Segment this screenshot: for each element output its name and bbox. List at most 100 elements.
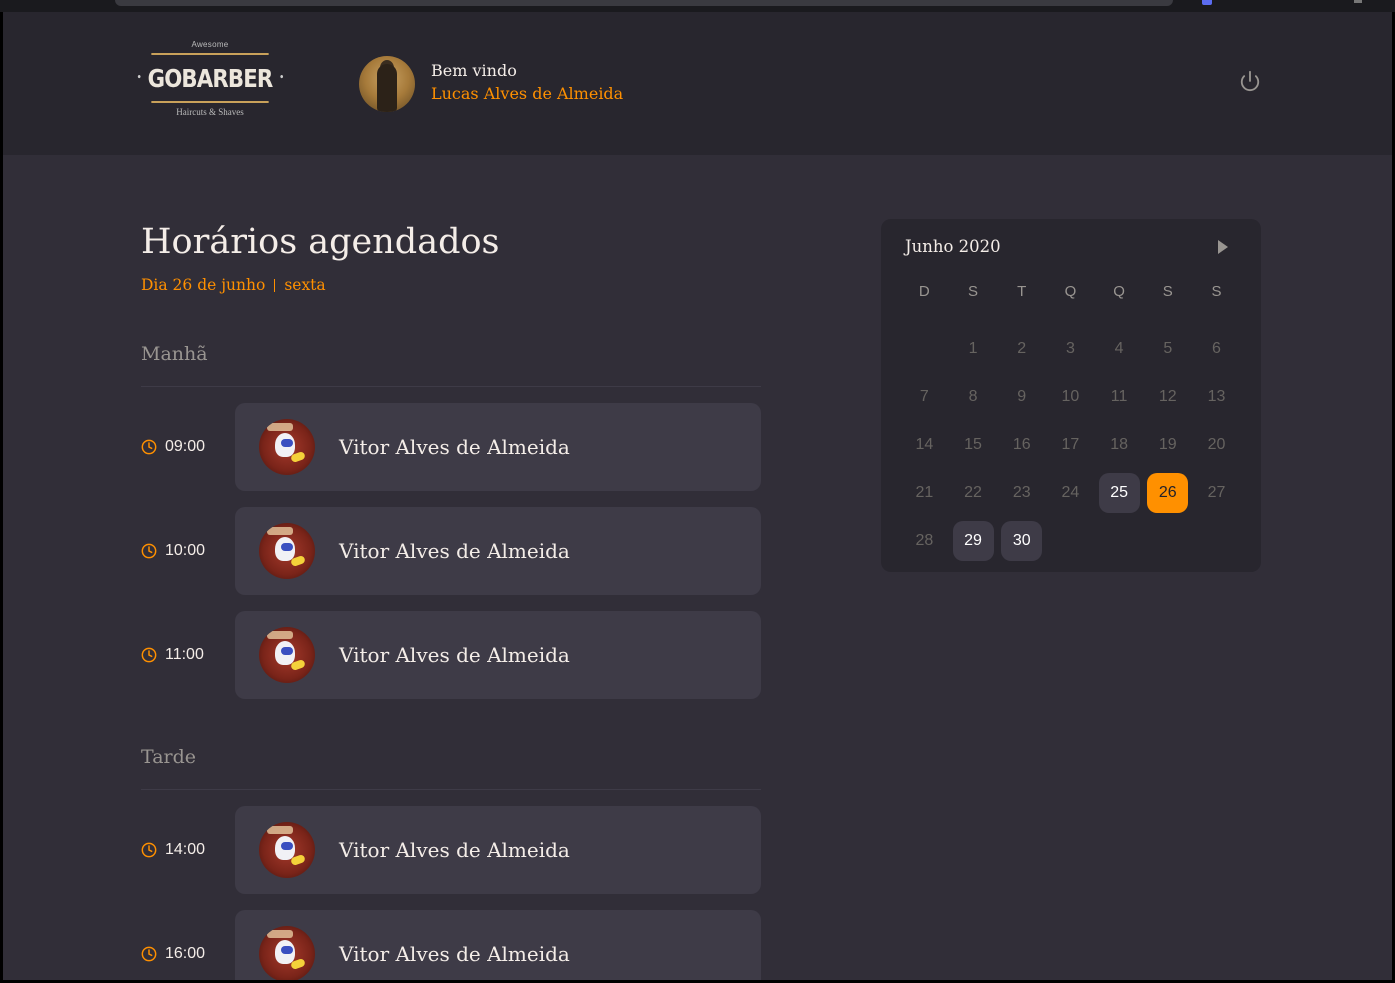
gobarber-logo: Awesome GOBARBER Haircuts & Shaves — [141, 40, 279, 126]
calendar-day: 19 — [1158, 436, 1177, 453]
date-text: Dia 26 de junho — [141, 276, 266, 294]
section-divider — [141, 789, 761, 790]
calendar: Junho 2020 D S T Q Q S S 1 2 3 4 5 6 7 8 9 10 11 12 13 14 15 1… — [881, 219, 1261, 572]
calendar-day: 22 — [964, 484, 982, 501]
calendar-weekday: T — [1017, 282, 1027, 300]
calendar-weekday: S — [1211, 282, 1222, 300]
calendar-day: 17 — [1061, 436, 1080, 453]
calendar-day: 2 — [1017, 340, 1027, 357]
section-morning-label: Manhã — [141, 343, 208, 365]
calendar-day: 13 — [1207, 388, 1226, 405]
client-avatar — [259, 822, 315, 878]
calendar-empty-cell — [900, 325, 949, 373]
appointment-card[interactable]: Vitor Alves de Almeida — [235, 910, 761, 980]
time-label: 14:00 — [165, 841, 206, 858]
calendar-weekday: S — [968, 282, 979, 300]
logo-main-text: GOBARBER — [148, 53, 273, 103]
appointment-time: 10:00 — [141, 507, 205, 595]
appointment-row: 09:00 Vitor Alves de Almeida — [141, 403, 761, 491]
time-label: 09:00 — [165, 438, 206, 455]
calendar-day: 3 — [1065, 340, 1075, 357]
calendar-grid: D S T Q Q S S 1 2 3 4 5 6 7 8 9 10 11 12 13 14 15 16 17 18 19 20 21… — [900, 277, 1241, 565]
client-name: Vitor Alves de Almeida — [339, 838, 570, 862]
appointment-card[interactable]: Vitor Alves de Almeida — [235, 403, 761, 491]
welcome-block: Bem vindo Lucas Alves de Almeida — [431, 61, 623, 103]
calendar-day: 23 — [1012, 484, 1031, 501]
appointment-time: 11:00 — [141, 611, 204, 699]
calendar-day: 14 — [915, 436, 934, 453]
welcome-text: Bem vindo — [431, 61, 517, 80]
appointment-time: 14:00 — [141, 806, 205, 894]
appointment-row: 10:00 Vitor Alves de Almeida — [141, 507, 761, 595]
calendar-day: 16 — [1012, 436, 1031, 453]
appointment-time: 09:00 — [141, 403, 205, 491]
client-avatar — [259, 627, 315, 683]
client-avatar — [259, 419, 315, 475]
calendar-day[interactable]: 29 — [952, 521, 994, 561]
client-name: Vitor Alves de Almeida — [339, 942, 570, 966]
calendar-day-selected[interactable]: 26 — [1147, 473, 1189, 513]
client-name: Vitor Alves de Almeida — [339, 539, 570, 563]
calendar-day: 27 — [1207, 484, 1226, 501]
client-avatar — [259, 926, 315, 980]
calendar-weekday: D — [918, 282, 930, 300]
logo-sub-text: Haircuts & Shaves — [176, 107, 244, 117]
window-indicator — [1354, 0, 1362, 3]
section-divider — [141, 386, 761, 387]
browser-top-strip — [0, 0, 1395, 12]
weekday-text: sexta — [284, 276, 326, 294]
clock-icon — [141, 946, 157, 962]
calendar-day: 11 — [1110, 388, 1128, 405]
logo-top-text: Awesome — [191, 40, 229, 49]
calendar-day: 24 — [1061, 484, 1080, 501]
power-icon[interactable] — [1239, 70, 1263, 94]
time-label: 11:00 — [165, 646, 204, 663]
calendar-day: 5 — [1163, 340, 1173, 357]
extension-indicator — [1202, 0, 1212, 5]
date-separator — [274, 278, 276, 292]
appointment-time: 16:00 — [141, 910, 205, 980]
app-header: Awesome GOBARBER Haircuts & Shaves Bem v… — [3, 12, 1392, 155]
app-window: Awesome GOBARBER Haircuts & Shaves Bem v… — [3, 12, 1392, 980]
page-title: Horários agendados — [141, 222, 500, 262]
calendar-weekday: Q — [1064, 282, 1077, 300]
appointment-row: 11:00 Vitor Alves de Almeida — [141, 611, 761, 699]
calendar-day: 6 — [1212, 340, 1221, 357]
browser-tab-bar — [115, 0, 1173, 6]
calendar-day: 9 — [1017, 388, 1027, 405]
clock-icon — [141, 647, 157, 663]
calendar-day: 1 — [968, 340, 978, 357]
appointment-card[interactable]: Vitor Alves de Almeida — [235, 611, 761, 699]
client-name: Vitor Alves de Almeida — [339, 643, 570, 667]
calendar-day: 4 — [1114, 340, 1124, 357]
calendar-day: 12 — [1158, 388, 1177, 405]
calendar-weekday: S — [1162, 282, 1173, 300]
calendar-day: 21 — [915, 484, 934, 501]
section-afternoon-label: Tarde — [141, 746, 197, 768]
schedule-date: Dia 26 de junho sexta — [141, 276, 326, 294]
logo-wordmark: GOBARBER — [147, 63, 274, 93]
user-avatar[interactable] — [359, 56, 415, 112]
calendar-day: 8 — [968, 388, 978, 405]
appointment-row: 16:00 Vitor Alves de Almeida — [141, 910, 761, 980]
appointment-card[interactable]: Vitor Alves de Almeida — [235, 507, 761, 595]
clock-icon — [141, 439, 157, 455]
time-label: 10:00 — [165, 542, 206, 559]
time-label: 16:00 — [165, 945, 206, 962]
avatar-figure — [377, 64, 397, 112]
appointment-row: 14:00 Vitor Alves de Almeida — [141, 806, 761, 894]
client-name: Vitor Alves de Almeida — [339, 435, 570, 459]
appointment-card[interactable]: Vitor Alves de Almeida — [235, 806, 761, 894]
client-avatar — [259, 523, 315, 579]
calendar-day: 7 — [919, 388, 929, 405]
calendar-weekday: Q — [1113, 282, 1125, 300]
calendar-day: 28 — [915, 532, 934, 549]
calendar-day: 18 — [1110, 436, 1128, 453]
clock-icon — [141, 842, 157, 858]
clock-icon — [141, 543, 157, 559]
profile-link[interactable]: Lucas Alves de Almeida — [431, 84, 623, 103]
calendar-day[interactable]: 25 — [1098, 473, 1140, 513]
calendar-day: 20 — [1207, 436, 1226, 453]
next-month-icon[interactable] — [1217, 239, 1231, 255]
calendar-day[interactable]: 30 — [1001, 521, 1043, 561]
